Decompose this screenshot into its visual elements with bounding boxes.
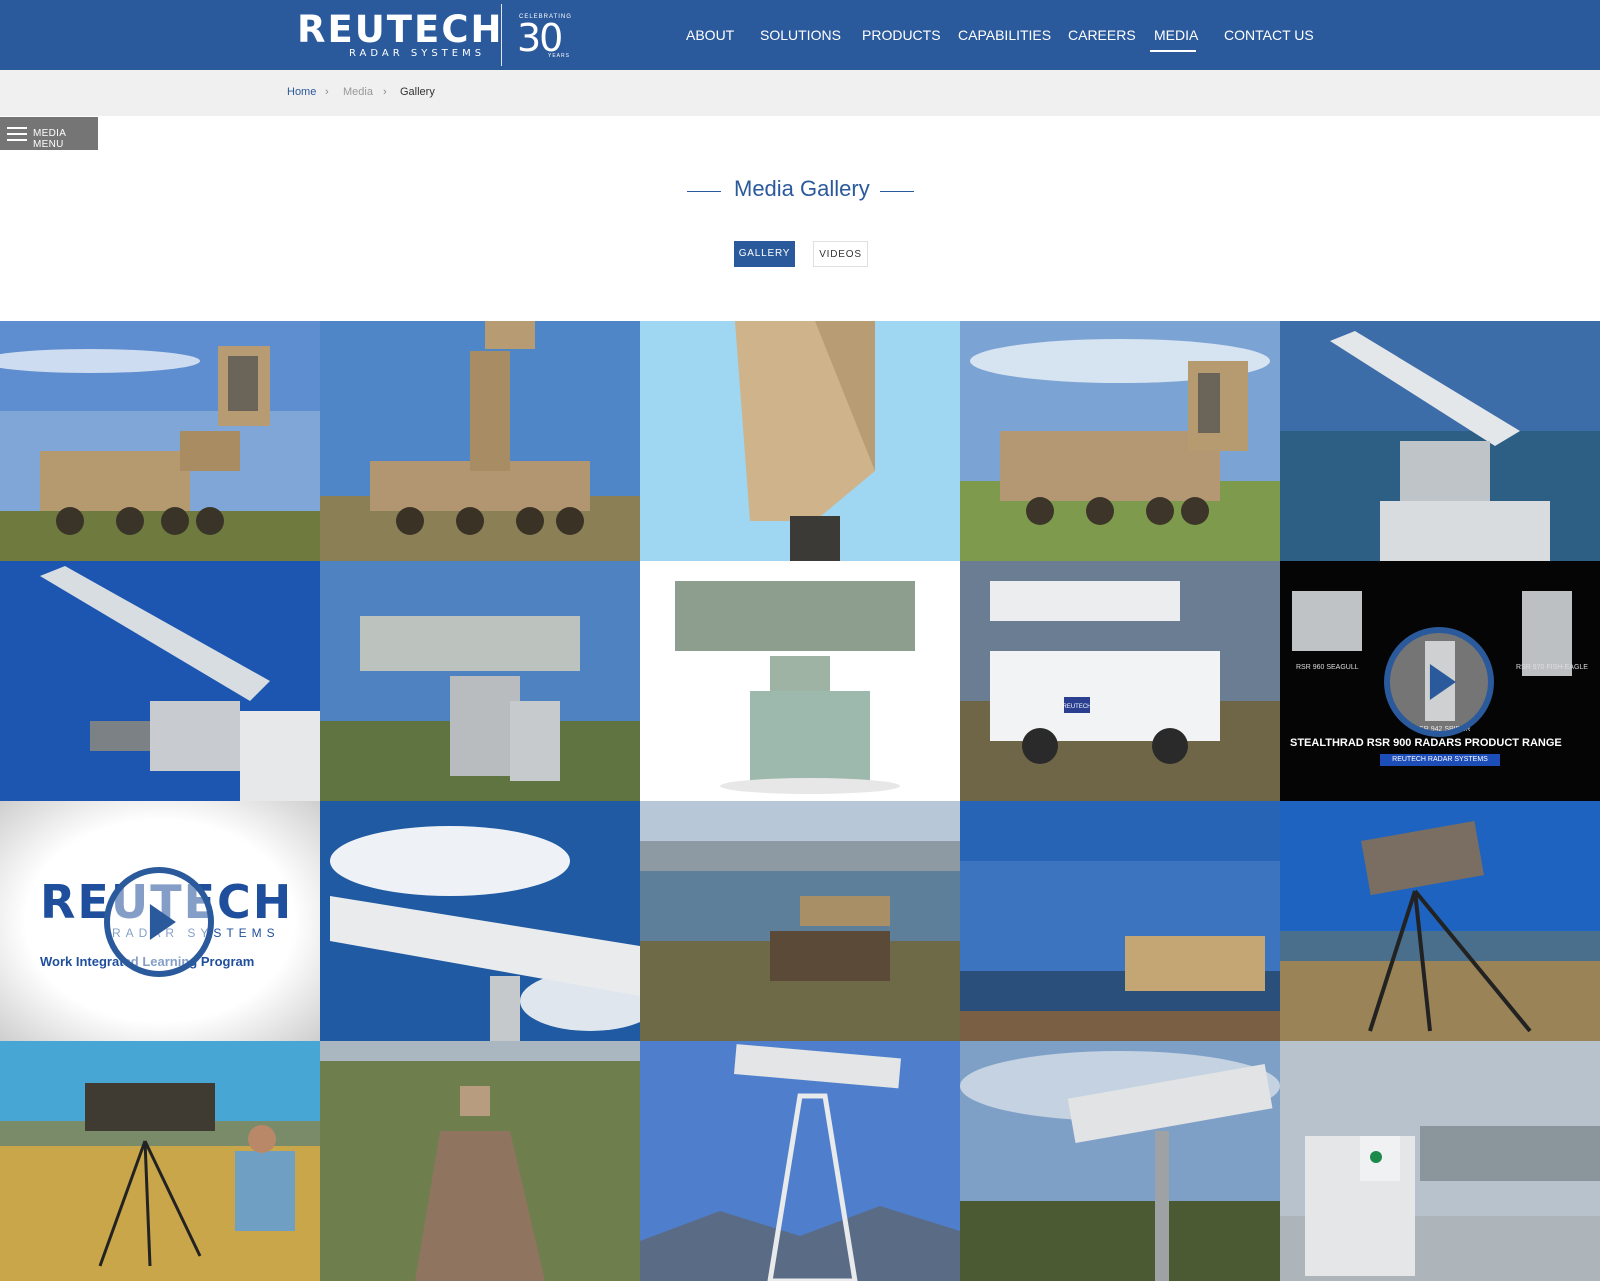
nav-solutions[interactable]: SOLUTIONS: [760, 27, 841, 43]
photo-truck-radar-raised: [320, 321, 640, 561]
photo-radar-pickup: REUTECH: [960, 561, 1280, 801]
breadcrumb-current: Gallery: [400, 86, 435, 98]
title-rule-left: [687, 191, 721, 192]
photo-radar-clouds: [320, 801, 640, 1041]
gallery-image-radar-closeup[interactable]: [640, 321, 960, 561]
photo-harbour-radar: [640, 801, 960, 1041]
gallery-image-field-operator[interactable]: [0, 1041, 320, 1281]
nav-products[interactable]: PRODUCTS: [862, 27, 941, 43]
gallery-image-radar-pickup[interactable]: REUTECH: [960, 561, 1280, 801]
hamburger-icon: [7, 127, 27, 141]
gallery-image-ship-radar[interactable]: [1280, 1041, 1600, 1281]
photo-truck-radar: [0, 321, 320, 561]
gallery-image-tripod-radar[interactable]: [1280, 801, 1600, 1041]
video-label-seagull: RSR 960 SEAGULL: [1296, 664, 1359, 671]
nav-media[interactable]: MEDIA: [1154, 27, 1198, 43]
breadcrumb-media[interactable]: Media: [343, 86, 373, 98]
photo-radar-blue-sky: [0, 561, 320, 801]
breadcrumb-separator: ›: [383, 86, 387, 98]
breadcrumb: Home › Media › Gallery: [0, 70, 1600, 116]
gallery-image-truck-radar-raised[interactable]: [320, 321, 640, 561]
nav-about[interactable]: ABOUT: [686, 27, 734, 43]
gallery-image-radar-grey[interactable]: [320, 561, 640, 801]
photo-truck-field: [960, 321, 1280, 561]
photo-radar-render: [640, 561, 960, 801]
breadcrumb-separator: ›: [325, 86, 329, 98]
page-title: Media Gallery: [734, 176, 870, 201]
gallery-image-camouflage-tower[interactable]: [320, 1041, 640, 1281]
gallery-image-truck-radar[interactable]: [0, 321, 320, 561]
truck-badge: REUTECH: [1062, 704, 1091, 710]
gallery-video-product-range[interactable]: RSR 960 SEAGULL RSR 970 FISH-EAGLE RSR 9…: [1280, 561, 1600, 801]
photo-mast-radar: [960, 1041, 1280, 1281]
photo-lattice-tower: [640, 1041, 960, 1281]
nav-contact-us[interactable]: CONTACT US: [1224, 27, 1314, 43]
gallery-image-coastal-radar[interactable]: [960, 801, 1280, 1041]
reutech-logo[interactable]: REUTECH RADAR SYSTEMS CELEBRATING 30 YEA…: [297, 4, 577, 66]
play-icon[interactable]: [1384, 627, 1494, 737]
nav-careers[interactable]: CAREERS: [1068, 27, 1136, 43]
photo-naval-radar: [1280, 321, 1600, 561]
gallery-image-radar-blue-sky[interactable]: [0, 561, 320, 801]
logo-subtitle: RADAR SYSTEMS: [349, 48, 486, 59]
photo-ship-radar: [1280, 1041, 1600, 1281]
gallery-heading: Media Gallery: [0, 172, 1600, 212]
tab-videos[interactable]: VIDEOS: [813, 241, 868, 267]
gallery-image-radar-render[interactable]: [640, 561, 960, 801]
photo-coastal-radar: [960, 801, 1280, 1041]
photo-field-operator: [0, 1041, 320, 1281]
logo-wordmark: REUTECH: [297, 8, 504, 51]
media-menu-button[interactable]: MEDIA MENU: [0, 117, 98, 150]
gallery-image-lattice-tower[interactable]: [640, 1041, 960, 1281]
gallery-image-truck-field[interactable]: [960, 321, 1280, 561]
logo-divider: [501, 4, 502, 66]
site-header: REUTECH RADAR SYSTEMS CELEBRATING 30 YEA…: [0, 0, 1600, 70]
nav-active-indicator: [1150, 50, 1196, 52]
video-title: STEALTHRAD RSR 900 RADARS PRODUCT RANGE: [1290, 737, 1562, 749]
media-menu-label: MEDIA MENU: [33, 128, 66, 150]
title-rule-right: [880, 191, 914, 192]
gallery-image-radar-clouds[interactable]: [320, 801, 640, 1041]
breadcrumb-home[interactable]: Home: [287, 86, 316, 98]
photo-camouflage-tower: [320, 1041, 640, 1281]
nav-capabilities[interactable]: CAPABILITIES: [958, 27, 1051, 43]
photo-tripod-radar: [1280, 801, 1600, 1041]
gallery-image-mast-radar[interactable]: [960, 1041, 1280, 1281]
gallery-video-work-integrated-learning[interactable]: REUTECH RADAR SYSTEMS Work Integrated Le…: [0, 801, 320, 1041]
gallery-image-harbour-radar[interactable]: [640, 801, 960, 1041]
photo-radar-closeup: [640, 321, 960, 561]
logo-years: YEARS: [548, 53, 570, 59]
gallery-image-naval-radar[interactable]: [1280, 321, 1600, 561]
photo-radar-grey: [320, 561, 640, 801]
video-subtitle: REUTECH RADAR SYSTEMS: [1380, 754, 1500, 766]
video-label-fish-eagle: RSR 970 FISH-EAGLE: [1516, 664, 1588, 671]
tab-gallery[interactable]: GALLERY: [734, 241, 795, 267]
gallery-grid: REUTECH RSR 960 SEAGULL RSR 970 FISH-EAG…: [0, 321, 1600, 1281]
play-icon[interactable]: [104, 867, 214, 977]
